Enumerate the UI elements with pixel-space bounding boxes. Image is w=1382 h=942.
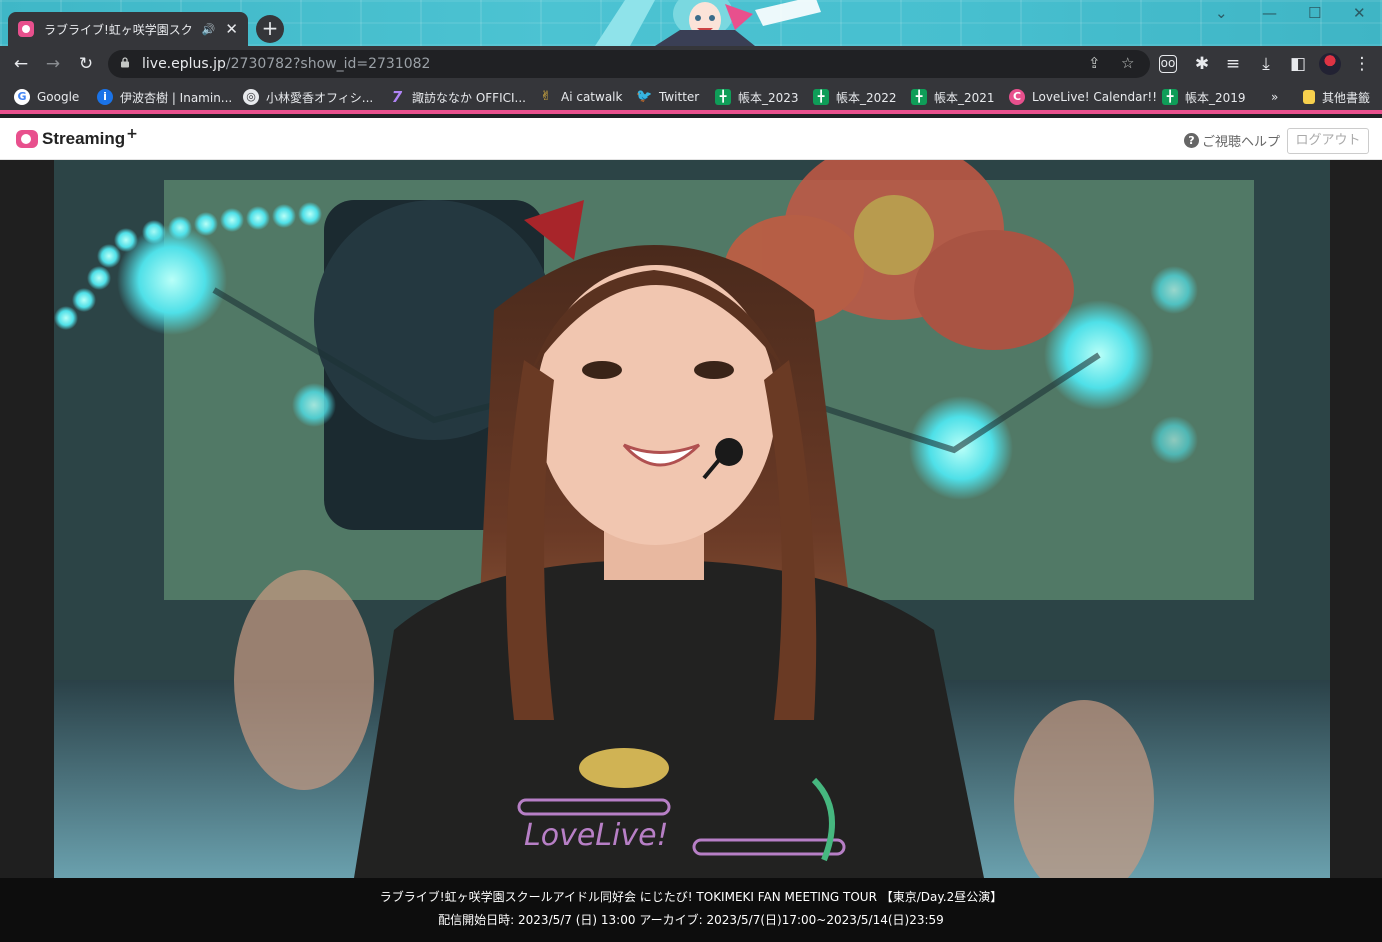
forward-icon[interactable]: →	[42, 53, 64, 75]
close-tab-icon[interactable]: ✕	[225, 20, 238, 38]
url-text: live.eplus.jp/2730782?show_id=2731082	[142, 56, 431, 72]
event-schedule: 配信開始日時: 2023/5/7 (日) 13:00 アーカイブ: 2023/5…	[438, 913, 944, 927]
bookmark-item[interactable]: ✌ Ai catwalk	[538, 88, 623, 106]
share-icon[interactable]: ⇪	[1088, 54, 1101, 72]
bookmark-item[interactable]: i 伊波杏樹 | Inamin...	[97, 88, 232, 106]
globe-icon: ◎	[243, 89, 259, 105]
bookmark-item[interactable]: ╋ 帳本_2021	[911, 88, 995, 106]
shirt-logo-text: LoveLive!	[524, 818, 669, 853]
event-title: ラブライブ!虹ヶ咲学園スクールアイドル同好会 にじたび! TOKIMEKI FA…	[379, 890, 1003, 904]
streaming-favicon-icon	[18, 21, 34, 37]
player-area: LoveLive!	[0, 160, 1382, 878]
google-icon: G	[14, 89, 30, 105]
minimize-icon[interactable]: —	[1262, 4, 1277, 22]
media-playlist-icon[interactable]: ≡	[1222, 53, 1244, 75]
lock-icon	[121, 57, 129, 68]
bookmark-star-icon[interactable]: ☆	[1121, 54, 1134, 72]
reload-icon[interactable]: ↻	[75, 53, 97, 75]
bookmark-item[interactable]: G Google	[14, 88, 79, 106]
calendar-icon: C	[1009, 89, 1025, 105]
address-bar[interactable]: live.eplus.jp/2730782?show_id=2731082 ⇪ …	[108, 50, 1150, 78]
question-icon: ?	[1184, 133, 1199, 148]
browser-toolbar: ← → ↻ live.eplus.jp/2730782?show_id=2731…	[0, 46, 1382, 82]
streaming-plus-logo[interactable]: Streaming +	[16, 126, 138, 149]
maximize-icon[interactable]: ☐	[1308, 4, 1321, 22]
speaker-icon[interactable]: 🔊	[202, 23, 216, 36]
bookmark-item[interactable]: ╋ 帳本_2023	[715, 88, 799, 106]
camera-logo-icon	[16, 130, 38, 148]
profile-avatar[interactable]	[1319, 53, 1341, 75]
bookmarks-overflow-button[interactable]: »	[1271, 88, 1278, 106]
extensions-puzzle-icon[interactable]: ✱	[1191, 53, 1213, 75]
folder-icon	[1303, 90, 1315, 104]
download-icon[interactable]: ⤓	[1255, 53, 1277, 75]
seven-icon: 7	[391, 88, 403, 106]
close-window-icon[interactable]: ✕	[1353, 4, 1366, 22]
bookmark-item[interactable]: ╋ 帳本_2019	[1162, 88, 1246, 106]
video-frame: LoveLive!	[54, 160, 1330, 878]
info-icon: i	[97, 89, 113, 105]
twitter-icon: 🐦	[636, 89, 653, 104]
new-tab-button[interactable]: +	[256, 15, 284, 43]
tab-title: ラブライブ!虹ヶ咲学園スク	[43, 22, 193, 37]
site-header: Streaming + ? ご視聴ヘルプ ログアウト	[0, 118, 1382, 160]
sheets-icon: ╋	[1162, 89, 1178, 105]
bookmark-item[interactable]: 🐦 Twitter	[636, 88, 699, 106]
sheets-icon: ╋	[813, 89, 829, 105]
tab-strip: ラブライブ!虹ヶ咲学園スク 🔊 ✕ + ⌄ — ☐ ✕	[0, 0, 1382, 46]
extension-oo-icon[interactable]: oo	[1159, 55, 1177, 73]
tab-search-icon[interactable]: ⌄	[1215, 4, 1228, 22]
side-panel-icon[interactable]: ◧	[1287, 53, 1309, 75]
other-bookmarks-folder[interactable]: 其他書籤	[1303, 88, 1370, 106]
logout-button[interactable]: ログアウト	[1287, 128, 1369, 154]
sheets-icon: ╋	[911, 89, 927, 105]
bookmarks-bar: G Google i 伊波杏樹 | Inamin... ◎ 小林愛香オフィシ..…	[0, 82, 1382, 114]
bookmark-item[interactable]: 7 諏訪ななか OFFICI...	[389, 88, 526, 106]
help-label: ご視聴ヘルプ	[1202, 135, 1281, 150]
cat-icon: ✌	[540, 89, 552, 104]
active-tab[interactable]: ラブライブ!虹ヶ咲学園スク 🔊 ✕	[8, 12, 248, 46]
sheets-icon: ╋	[715, 89, 731, 105]
menu-kebab-icon[interactable]: ⋮	[1351, 53, 1373, 75]
event-info-bar: ラブライブ!虹ヶ咲学園スクールアイドル同好会 にじたび! TOKIMEKI FA…	[0, 878, 1382, 942]
back-icon[interactable]: ←	[10, 53, 32, 75]
theme-character-art	[595, 0, 821, 46]
help-link[interactable]: ? ご視聴ヘルプ	[1184, 131, 1280, 150]
video-player[interactable]: LoveLive!	[54, 160, 1330, 878]
bookmark-item[interactable]: ◎ 小林愛香オフィシ...	[243, 88, 373, 106]
bookmark-item[interactable]: C LoveLive! Calendar!!	[1009, 88, 1157, 106]
bookmark-item[interactable]: ╋ 帳本_2022	[813, 88, 897, 106]
